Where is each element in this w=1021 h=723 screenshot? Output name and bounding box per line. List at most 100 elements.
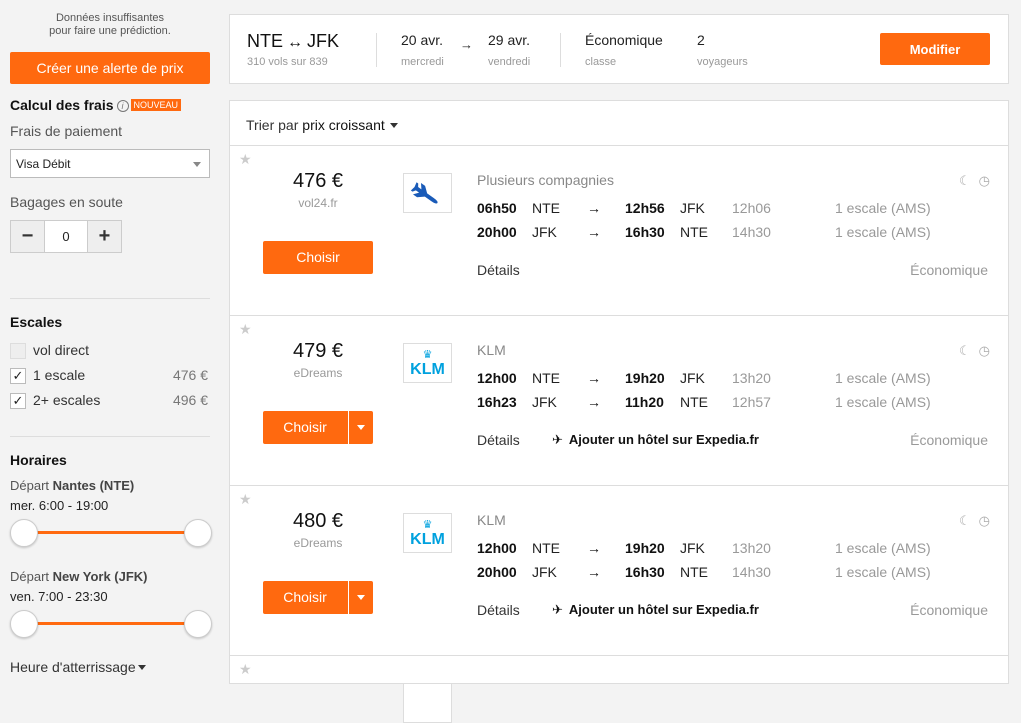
arrival-time: 16h30 [625,224,665,240]
choose-button[interactable]: Choisir [263,581,373,614]
chevron-down-icon[interactable] [348,581,373,614]
choose-button[interactable]: Choisir [263,241,373,274]
stop-filter-2plus-stops[interactable]: ✓ 2+ escales 496 € [10,392,210,412]
departure-prefix: Départ [10,478,53,493]
cabin-class: Économique [910,602,988,618]
provider[interactable]: vol24.fr [263,196,373,210]
arrival-time: 19h20 [625,370,665,386]
details-link[interactable]: Détails [477,432,520,448]
stop-filter-1-stop[interactable]: ✓ 1 escale 476 € [10,367,210,387]
bags-count[interactable]: 0 [44,221,88,252]
airline-name: KLM [477,512,506,528]
filters-sidebar: Données insuffisantes pour faire une pré… [0,0,220,684]
departure-nte-label: Départ Nantes (NTE) [10,478,134,493]
airline-logo [403,173,452,213]
departure-time: 12h00 [477,540,517,556]
airline-name: Plusieurs compagnies [477,172,614,188]
duration: 12h57 [732,394,771,410]
stops: 1 escale (AMS) [835,540,931,556]
price: 479 € [292,340,344,362]
choose-label[interactable]: Choisir [263,581,347,614]
details-link[interactable]: Détails [477,602,520,618]
chevron-down-icon[interactable] [348,411,373,444]
details-link[interactable]: Détails [477,262,520,278]
klm-logo-icon: ♛ KLM [410,348,445,378]
cabin-class: Économique [910,262,988,278]
departure-day: mercredi [401,56,444,68]
prediction-text: pour faire une prédiction. [49,25,171,37]
checkbox[interactable]: ✓ [10,393,26,409]
return-day: vendredi [488,56,531,68]
klm-crown: ♛ [423,518,433,531]
add-hotel-link[interactable]: ✈ Ajouter un hôtel sur Expedia.fr [552,432,759,448]
result-card[interactable]: ★ 480 € eDreams Choisir ♛ KLM KLM ☾ ◷ 12h… [229,486,1009,656]
departure-airport: JFK [532,394,557,410]
slider-handle-max[interactable] [184,519,212,547]
star-icon[interactable]: ★ [239,661,252,678]
sort-value[interactable]: prix croissant [302,117,384,133]
slider-handle-min[interactable] [10,519,38,547]
create-price-alert-button[interactable]: Créer une alerte de prix [10,52,210,84]
stop-filter-direct[interactable]: vol direct [10,342,210,362]
checkbox[interactable] [10,343,26,359]
slider-handle-max[interactable] [184,610,212,638]
prediction-text: Données insuffisantes [55,12,165,24]
result-card[interactable]: ★ 479 € eDreams Choisir ♛ KLM KLM ☾ ◷ 12h… [229,316,1009,486]
price-prediction: Données insuffisantes pour faire une pré… [10,12,210,38]
slider-track [22,622,200,625]
flight-leg-outbound: 06h50 NTE → 12h56 JFK 12h06 1 escale (AM… [477,200,997,220]
choose-label[interactable]: Choisir [263,411,347,444]
return-date[interactable]: 29 avr. [488,32,530,48]
chevron-down-icon [389,123,398,128]
star-icon[interactable]: ★ [239,321,252,338]
arrival-time: 11h20 [625,394,664,410]
airline-name: KLM [477,342,506,358]
result-card[interactable]: ★ 476 € vol24.fr Choisir Plusieurs compa… [229,146,1009,316]
duration: 13h20 [732,540,771,556]
cabin-class[interactable]: Économique [585,32,663,48]
add-hotel-link[interactable]: ✈ Ajouter un hôtel sur Expedia.fr [552,602,759,618]
info-icon[interactable]: i [116,100,129,112]
cabin-class-label: classe [585,56,617,68]
arrow-right-icon: → [587,370,601,386]
klm-wordmark: KLM [410,361,445,378]
checkbox[interactable]: ✓ [10,368,26,384]
choose-button[interactable]: Choisir [263,411,373,444]
bags-minus-button[interactable]: − [11,221,44,252]
departure-time: 12h00 [477,370,517,386]
departure-city: New York (JFK) [52,569,148,584]
plane-bed-icon: ✈ [552,602,563,617]
divider [560,33,561,67]
arrow-right-icon: → [587,394,601,410]
payment-method-select[interactable]: Visa Débit [10,149,210,178]
stops: 1 escale (AMS) [835,564,931,580]
sort-bar[interactable]: Trier par prix croissant [229,100,1009,146]
departure-date[interactable]: 20 avr. [401,32,443,48]
landing-time-toggle[interactable]: Heure d'atterrissage [10,659,146,675]
clock-icon: ◷ [978,343,990,358]
duration: 14h30 [732,224,771,240]
divider [10,436,210,437]
price: 476 € [292,170,344,192]
arrival-airport: NTE [680,224,708,240]
departure-nte-slider[interactable] [10,518,212,548]
flight-icons: ☾ ◷ [951,173,990,189]
star-icon[interactable]: ★ [239,151,252,168]
arrival-airport: JFK [680,370,705,386]
stops: 1 escale (AMS) [835,370,931,386]
result-card[interactable]: ★ [229,656,1009,723]
plane-icon [410,182,438,204]
modify-search-button[interactable]: Modifier [880,33,990,65]
plane-bed-icon: ✈ [552,432,563,447]
star-icon[interactable]: ★ [239,491,252,508]
flight-leg-return: 20h00 JFK → 16h30 NTE 14h30 1 escale (AM… [477,224,997,244]
arrival-airport: JFK [680,540,705,556]
travelers-count[interactable]: 2 [697,32,705,48]
price: 480 € [292,510,344,532]
provider[interactable]: eDreams [263,366,373,380]
bags-plus-button[interactable]: + [88,221,121,252]
provider[interactable]: eDreams [263,536,373,550]
departure-jfk-slider[interactable] [10,609,212,639]
search-summary: NTE ↔ JFK 310 vols sur 839 20 avr. mercred… [229,14,1009,84]
slider-handle-min[interactable] [10,610,38,638]
